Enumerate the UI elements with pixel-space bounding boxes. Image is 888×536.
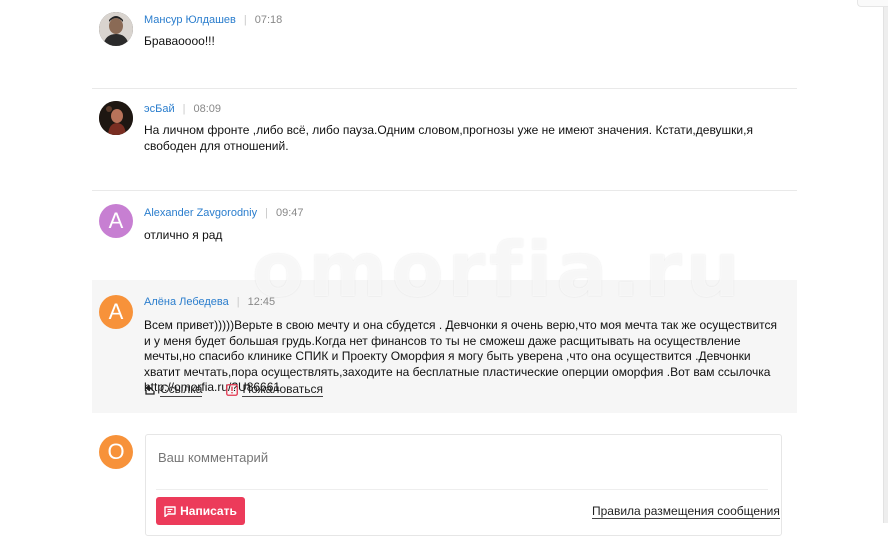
composer-avatar: О [99,435,133,469]
comment-meta: Alexander Zavgorodniy | 09:47 [144,207,304,219]
comment-actions: Ссылка Пожаловаться [144,382,347,397]
avatar[interactable] [99,12,133,46]
comment-meta: эсБай | 08:09 [144,103,221,115]
meta-separator: | [182,103,186,115]
avatar[interactable] [99,101,133,135]
comment-time: 08:09 [193,103,221,115]
avatar[interactable]: А [99,295,133,329]
user-photo-icon [99,101,133,135]
corner-tab [857,0,888,7]
complain-label: Пожаловаться [242,382,324,397]
share-arrow-icon [144,384,156,396]
comment-author[interactable]: Alexander Zavgorodniy [144,207,257,219]
meta-separator: | [265,207,268,219]
meta-separator: | [243,14,247,26]
link-label: Ссылка [160,382,203,397]
submit-label: Написать [180,504,237,518]
comment-item: A Alexander Zavgorodniy | 09:47 отлично я … [92,191,797,280]
comment-item: А Алёна Лебедева | 12:45 Всем привет)))))В… [92,280,797,413]
page-scrollbar[interactable] [883,0,888,523]
comment-meta: Алёна Лебедева | 12:45 [144,296,275,308]
link-button[interactable]: Ссылка [144,382,203,397]
complain-button[interactable]: Пожаловаться [226,382,324,397]
comment-meta: Мансур Юлдашев | 07:18 [144,14,282,26]
avatar[interactable]: A [99,204,133,238]
comment-text: На личном фронте ,либо всё, либо пауза.О… [144,123,753,153]
comment-text: отлично я рад [144,228,223,242]
user-photo-icon [99,12,133,46]
comment-item: Мансур Юлдашев | 07:18 Браваоооо!!! [92,0,797,88]
comment-item: эсБай | 08:09 На личном фронте ,либо всё, … [92,89,797,190]
message-icon [164,505,176,517]
submit-comment-button[interactable]: Написать [156,497,245,525]
comment-input[interactable] [156,449,760,466]
posting-rules-link[interactable]: Правила размещения сообщения [592,504,780,519]
comment-time: 07:18 [254,14,283,26]
comment-text: Браваоооо!!! [144,34,215,48]
composer-divider [156,489,768,490]
comment-author[interactable]: Алёна Лебедева [144,296,229,308]
comment-composer: Написать Правила размещения сообщения [145,434,782,536]
alert-icon [226,383,239,396]
comment-author[interactable]: эсБай [144,103,175,115]
comment-time: 12:45 [247,296,276,308]
comment-time: 09:47 [275,207,304,219]
meta-separator: | [236,296,240,308]
comment-author[interactable]: Мансур Юлдашев [144,14,236,26]
